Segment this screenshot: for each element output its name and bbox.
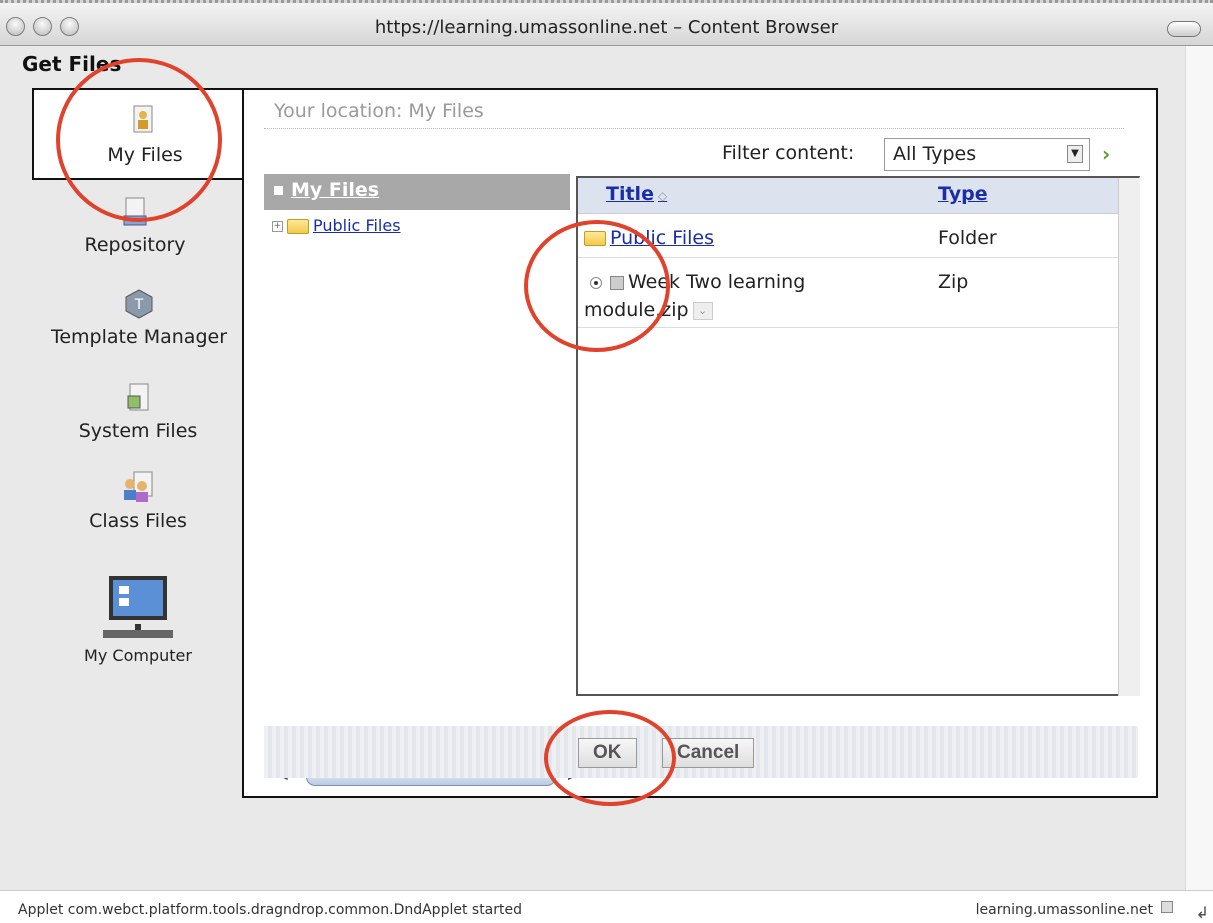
nav-item-label: Class Files <box>89 510 187 532</box>
nav-item-label: Template Manager <box>50 326 228 348</box>
row-type-cell: Zip <box>938 271 969 293</box>
row-type-cell: Folder <box>938 227 997 249</box>
lock-icon <box>1161 901 1173 913</box>
tree-root[interactable]: My Files <box>264 174 570 210</box>
button-bar: OK Cancel <box>264 726 1138 778</box>
content-panel: Your location: My Files Filter content: … <box>242 88 1158 798</box>
column-title-label: Title <box>606 183 654 205</box>
window-titlebar: https://learning.umassonline.net – Conte… <box>0 0 1213 46</box>
nav-item-system-files[interactable]: System Files <box>60 382 216 442</box>
svg-text:T: T <box>134 297 144 313</box>
annotation-circle <box>56 58 222 222</box>
nav-item-class-files[interactable]: Class Files <box>70 470 206 532</box>
column-type-header[interactable]: Type <box>938 183 988 205</box>
list-header: Title ◇ Type <box>578 178 1118 214</box>
filter-label: Filter content: <box>722 142 855 164</box>
tree-root-label: My Files <box>291 179 380 201</box>
go-arrow-icon[interactable]: › <box>1102 142 1110 166</box>
cancel-button[interactable]: Cancel <box>662 738 755 768</box>
location-breadcrumb: Your location: My Files <box>274 100 484 122</box>
chevron-down-icon: ▼ <box>1067 145 1083 163</box>
toolbar-toggle-button[interactable] <box>1167 21 1201 37</box>
system-files-icon <box>127 383 149 411</box>
filter-selected-value: All Types <box>893 143 977 165</box>
nav-item-my-computer[interactable]: My Computer <box>70 574 206 665</box>
column-title-header[interactable]: Title ◇ <box>606 183 667 205</box>
status-bar: Applet com.webct.platform.tools.dragndro… <box>0 890 1213 923</box>
nav-item-label: System Files <box>78 420 198 442</box>
annotation-circle <box>544 710 676 806</box>
expand-icon[interactable]: + <box>272 221 283 232</box>
annotation-circle <box>524 220 670 352</box>
nav-item-template-manager[interactable]: T Template Manager <box>36 288 242 348</box>
resize-grip-icon[interactable]: ↲ <box>1196 903 1209 922</box>
tree-item-public-files[interactable]: + Public Files <box>272 216 401 235</box>
divider <box>264 128 1124 129</box>
class-files-icon <box>124 471 153 502</box>
status-host: learning.umassonline.net <box>975 902 1153 918</box>
tree-item-label: Public Files <box>313 216 401 235</box>
filter-select[interactable]: All Types ▼ <box>884 138 1090 171</box>
folder-icon <box>287 219 309 234</box>
tree-root-icon <box>274 186 283 195</box>
list-vertical-scrollbar[interactable] <box>1118 178 1140 696</box>
nav-item-label: My Computer <box>84 646 192 665</box>
template-manager-icon: T <box>125 289 153 319</box>
my-computer-icon <box>103 576 173 638</box>
status-message: Applet com.webct.platform.tools.dragndro… <box>18 902 523 918</box>
window-scroll-strip[interactable] <box>1185 46 1213 890</box>
folder-tree: My Files +Public Files ◀ ▶ <box>264 174 576 786</box>
file-actions-icon[interactable]: ⌄ <box>692 301 713 320</box>
nav-item-label: Repository <box>84 234 186 256</box>
window-title: https://learning.umassonline.net – Conte… <box>374 17 839 38</box>
dialog-content: Get Files My Files Repository T Template… <box>0 46 1185 890</box>
sort-icon: ◇ <box>657 189 668 203</box>
